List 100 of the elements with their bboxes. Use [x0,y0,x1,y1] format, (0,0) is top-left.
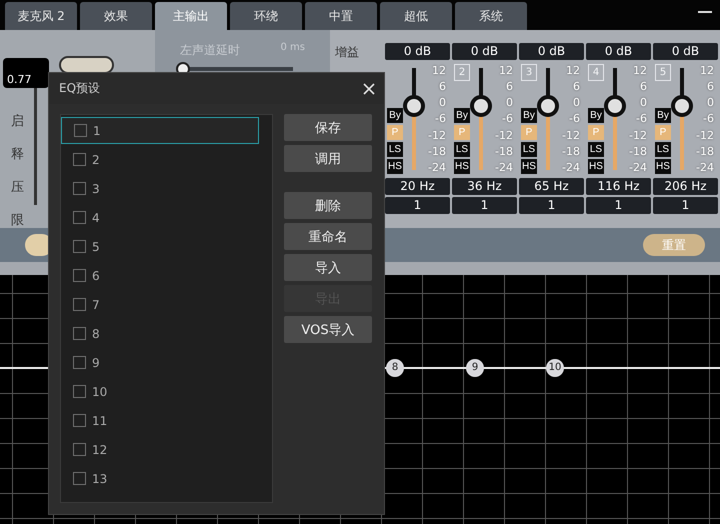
preset-item[interactable]: 9 [61,349,259,376]
preset-name: 2 [92,152,100,166]
gain-readout: 0 dB [653,43,718,60]
filter-type-button[interactable]: HS [454,159,470,174]
preset-item[interactable]: 4 [61,204,259,231]
checkbox[interactable] [74,124,87,137]
filter-type-button[interactable]: HS [655,159,671,174]
preset-item[interactable]: 12 [61,436,259,463]
filter-type-button[interactable]: HS [521,159,537,174]
scale-label: -6 [502,112,513,126]
filter-type-button[interactable]: By [655,108,671,123]
filter-type-button[interactable]: By [588,108,604,123]
preset-item[interactable]: 11 [61,407,259,434]
close-icon[interactable] [363,82,375,94]
filter-type-button[interactable]: HS [588,159,604,174]
scale-label: -24 [562,160,580,174]
frequency-field[interactable]: 65 Hz [519,178,584,195]
preset-item[interactable]: 2 [61,146,259,173]
checkbox[interactable] [73,269,86,282]
checkbox[interactable] [73,327,86,340]
tab[interactable]: 中置 [305,2,377,30]
preset-name: 1 [93,124,101,138]
scale-label: 12 [499,64,513,77]
q-field[interactable]: 1 [452,197,517,214]
dialog-button[interactable]: 导入 [284,254,372,281]
filter-type-button[interactable]: By [454,108,470,123]
scale-label: -12 [428,128,446,142]
preset-item[interactable]: 5 [61,233,259,260]
q-field[interactable]: 1 [586,197,651,214]
scale-label: 0 [640,96,647,110]
preset-name: 3 [92,182,100,196]
scale-label: 6 [640,80,647,94]
preset-item[interactable]: 10 [61,378,259,405]
filter-type-button[interactable]: LS [387,142,403,157]
checkbox[interactable] [73,472,86,485]
scale-label: -18 [495,144,513,158]
slider-thumb[interactable] [537,94,559,117]
slider-thumb[interactable] [671,94,693,117]
tab[interactable]: 超低 [380,2,452,30]
band-node[interactable]: 9 [466,359,484,377]
frequency-field[interactable]: 36 Hz [452,178,517,195]
preset-item[interactable]: 1 [61,117,259,144]
dialog-button[interactable]: 删除 [284,192,372,219]
setting-label: 压 [11,179,25,196]
slider-thumb[interactable] [604,94,626,117]
dialog-button[interactable]: 重命名 [284,223,372,250]
checkbox[interactable] [73,356,86,369]
tab[interactable]: 系统 [455,2,527,30]
frequency-field[interactable]: 116 Hz [586,178,651,195]
checkbox[interactable] [73,211,86,224]
checkbox[interactable] [73,443,86,456]
filter-type-button[interactable]: LS [521,142,537,157]
filter-type-button[interactable]: By [387,108,403,123]
dialog-button[interactable]: VOS导入 [284,316,372,343]
frequency-field[interactable]: 20 Hz [385,178,450,195]
preset-name: 9 [92,356,100,370]
scale-label: -18 [696,144,714,158]
checkbox[interactable] [73,182,86,195]
q-field[interactable]: 1 [519,197,584,214]
preset-item[interactable]: 7 [61,291,259,318]
dialog-button[interactable]: 调用 [284,145,372,172]
checkbox[interactable] [73,153,86,166]
tab[interactable]: 效果 [80,2,152,30]
tab[interactable]: 麦克风 2 [5,2,77,30]
gain-label: 增益 [335,44,360,61]
scale-label: -24 [428,160,446,174]
scale-label: -24 [696,160,714,174]
setting-label: 限 [11,212,25,229]
band-number: 2 [454,64,470,81]
band-node[interactable]: 8 [386,359,404,377]
q-field[interactable]: 1 [653,197,718,214]
checkbox[interactable] [73,385,86,398]
scale-label: -6 [569,112,580,126]
dialog-button[interactable]: 保存 [284,114,372,141]
filter-type-button[interactable]: LS [588,142,604,157]
preset-item[interactable]: 3 [61,175,259,202]
slider-thumb[interactable] [403,94,425,117]
tab[interactable]: 环绕 [230,2,302,30]
scale-label: -6 [703,112,714,126]
scale-label: 6 [506,80,513,94]
band-number: 5 [655,64,671,81]
setting-label: 启 [11,113,25,130]
checkbox[interactable] [73,414,86,427]
filter-type-button[interactable]: LS [454,142,470,157]
filter-type-button[interactable]: HS [387,159,403,174]
preset-item[interactable]: 13 [61,465,259,492]
scale-label: 12 [633,64,647,77]
preset-item[interactable]: 6 [61,262,259,289]
gain-readout: 0 dB [385,43,450,60]
preset-item[interactable]: 8 [61,320,259,347]
band-node[interactable]: 10 [546,359,564,377]
preset-name: 7 [92,298,100,312]
checkbox[interactable] [73,298,86,311]
minimize-icon[interactable] [698,11,712,14]
frequency-field[interactable]: 206 Hz [653,178,718,195]
checkbox[interactable] [73,240,86,253]
q-field[interactable]: 1 [385,197,450,214]
slider-thumb[interactable] [470,94,492,117]
filter-type-button[interactable]: By [521,108,537,123]
filter-type-button[interactable]: LS [655,142,671,157]
